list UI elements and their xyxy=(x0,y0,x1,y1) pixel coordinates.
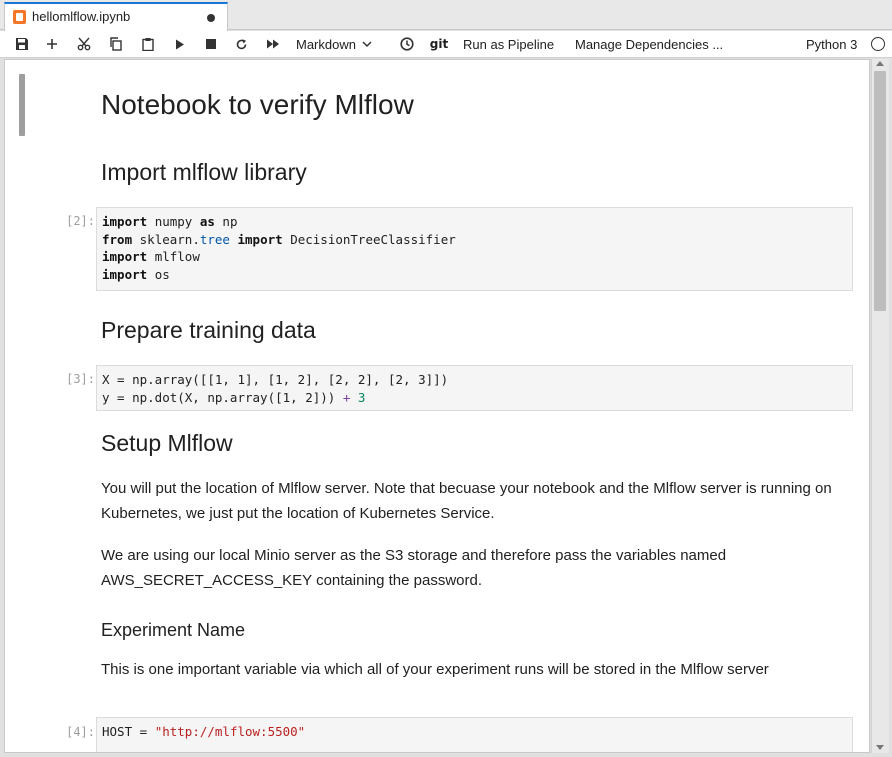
code-line: y = np.dot(X, np.array([1, 2])) + 3 xyxy=(102,389,847,407)
cell-prompt-2: [2]: xyxy=(66,214,95,228)
run-button[interactable] xyxy=(170,31,190,57)
paste-icon xyxy=(142,38,154,51)
unsaved-dot-icon[interactable] xyxy=(207,14,215,22)
code-line: X = np.array([[1, 1], [1, 2], [2, 2], [2… xyxy=(102,371,847,389)
code-cell-2[interactable]: import numpy as np from sklearn.tree impo… xyxy=(96,207,853,291)
restart-run-all-button[interactable] xyxy=(262,31,284,57)
scroll-down-arrow-icon[interactable] xyxy=(876,745,884,750)
kernel-status xyxy=(869,31,887,57)
code-line: HOST = "http://mlflow:5500" xyxy=(102,723,847,741)
notebook-icon xyxy=(13,10,26,24)
code-token: "http://mlflow:5500" xyxy=(154,724,306,739)
code-token: HOST = xyxy=(102,724,155,739)
code-token: DecisionTreeClassifier xyxy=(290,231,456,247)
code-token: os xyxy=(154,266,170,282)
cell-prompt-4: [4]: xyxy=(66,725,95,739)
kernel-name-label: Python 3 xyxy=(806,36,858,52)
code-token: from xyxy=(102,231,140,247)
scrollbar-thumb[interactable] xyxy=(874,71,886,311)
code-token: np xyxy=(222,214,238,229)
run-icon xyxy=(176,39,184,49)
paragraph-minio-storage: We are using our local Minio server as t… xyxy=(101,547,727,589)
fast-forward-icon xyxy=(267,39,279,49)
code-line: import os xyxy=(102,266,847,284)
run-as-pipeline-label: Run as Pipeline xyxy=(463,36,555,52)
cell-collapser[interactable] xyxy=(19,74,25,136)
code-cell-4[interactable]: HOST = "http://mlflow:5500" xyxy=(96,717,853,752)
add-cell-icon xyxy=(47,39,57,49)
restart-icon xyxy=(236,38,246,49)
heading-setup-mlflow: Setup Mlflow xyxy=(101,430,233,456)
notebook-panel[interactable]: Notebook to verify Mlflow Import mlflow … xyxy=(4,59,870,753)
code-token: import xyxy=(102,249,155,264)
code-token: y = np.dot(X, np.array([1, 2])) xyxy=(102,389,343,405)
stop-button[interactable] xyxy=(201,31,221,57)
code-token: mlflow xyxy=(154,249,200,264)
paste-button[interactable] xyxy=(138,31,158,57)
code-cell-3[interactable]: X = np.array([[1, 1], [1, 2], [2, 2], [2… xyxy=(96,365,853,411)
code-token: 3 xyxy=(357,389,366,405)
code-token: import xyxy=(102,214,155,229)
scroll-up-arrow-icon[interactable] xyxy=(876,61,884,66)
history-button[interactable] xyxy=(398,31,416,57)
paragraph-experiment-variable: This is one important variable via which… xyxy=(101,661,769,678)
tab-bar: hellomlflow.ipynb xyxy=(0,0,892,31)
cell-type-select[interactable]: Markdown xyxy=(296,31,386,57)
notebook-window: hellomlflow.ipynb Markdown git Run as Pi… xyxy=(0,0,892,757)
code-token: import xyxy=(102,266,155,282)
tab-label: hellomlflow.ipynb xyxy=(32,9,131,24)
cut-button[interactable] xyxy=(74,31,94,57)
code-token: tree xyxy=(199,231,238,247)
kernel-idle-icon xyxy=(871,37,885,51)
notebook-toolbar: Markdown git Run as Pipeline Manage Depe… xyxy=(0,31,892,58)
git-label: git xyxy=(429,37,449,51)
cut-icon xyxy=(77,37,91,51)
kernel-name[interactable]: Python 3 xyxy=(806,31,862,57)
code-line: import mlflow xyxy=(102,248,847,266)
heading-prepare-data: Prepare training data xyxy=(101,317,316,343)
code-line: import numpy as np xyxy=(102,213,847,231)
history-icon xyxy=(400,37,414,51)
vertical-scrollbar[interactable] xyxy=(871,59,889,753)
git-button[interactable]: git xyxy=(428,31,450,57)
stop-icon xyxy=(206,39,216,49)
cell-prompt-3: [3]: xyxy=(66,372,95,386)
restart-button[interactable] xyxy=(231,31,251,57)
code-token: + xyxy=(342,389,358,405)
copy-icon xyxy=(110,37,122,51)
chevron-down-icon xyxy=(362,40,372,47)
tab-hellomlflow[interactable]: hellomlflow.ipynb xyxy=(4,2,228,31)
heading-import-mlflow: Import mlflow library xyxy=(101,159,307,185)
heading-experiment-name: Experiment Name xyxy=(101,620,246,640)
code-token: numpy xyxy=(154,214,200,229)
notebook-title-heading: Notebook to verify Mlflow xyxy=(101,89,414,120)
code-token: sklearn. xyxy=(139,231,200,247)
copy-button[interactable] xyxy=(106,31,126,57)
code-line: from sklearn.tree import DecisionTreeCla… xyxy=(102,231,847,249)
manage-dependencies-label: Manage Dependencies ... xyxy=(575,36,724,52)
save-icon xyxy=(16,38,28,50)
paragraph-server-location: You will put the location of Mlflow serv… xyxy=(101,480,832,522)
save-button[interactable] xyxy=(12,31,32,57)
code-token: X = np.array([[1, 1], [1, 2], [2, 2], [2… xyxy=(102,372,449,387)
add-cell-button[interactable] xyxy=(42,31,62,57)
code-token: as xyxy=(199,214,223,229)
code-token: import xyxy=(237,231,291,247)
run-as-pipeline-button[interactable]: Run as Pipeline xyxy=(463,31,561,57)
manage-dependencies-button[interactable]: Manage Dependencies ... xyxy=(575,31,735,57)
cell-type-value: Markdown xyxy=(296,36,356,52)
